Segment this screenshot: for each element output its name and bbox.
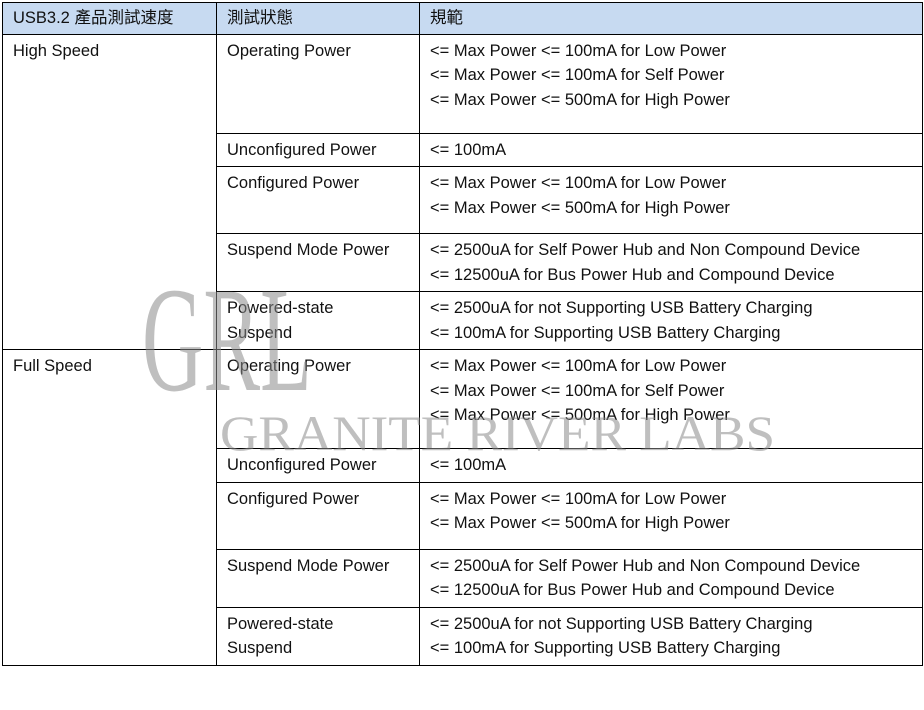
spec-cell: <= Max Power <= 100mA for Low Power <= M… [419, 481, 923, 550]
state-cell: Powered-state Suspend [216, 291, 420, 350]
speed-cell-high: High Speed [2, 33, 217, 350]
spec-line: <= Max Power <= 100mA for Low Power [430, 357, 727, 375]
state-cell: Suspend Mode Power [216, 548, 420, 608]
spec-line: <= Max Power <= 500mA for High Power [430, 406, 730, 424]
spec-line: <= Max Power <= 100mA for Low Power [430, 41, 727, 60]
state-cell: Unconfigured Power [216, 132, 420, 167]
spec-cell: <= Max Power <= 100mA for Low Power <= M… [419, 349, 923, 449]
spec-line: <= 2500uA for not Supporting USB Battery… [430, 299, 813, 317]
state-cell: Unconfigured Power [216, 448, 420, 483]
spec-cell: <= 2500uA for Self Power Hub and Non Com… [419, 233, 923, 292]
spec-line: <= 2500uA for not Supporting USB Battery… [430, 614, 813, 633]
state-line: Suspend [227, 639, 293, 657]
table-body: High Speed Operating Power <= Max Power … [2, 33, 923, 666]
spec-cell: <= 2500uA for not Supporting USB Battery… [419, 291, 923, 350]
spec-line: <= 100mA for Supporting USB Battery Char… [430, 639, 781, 657]
state-line: Powered-state [227, 299, 334, 317]
spec-line: <= Max Power <= 500mA for High Power [430, 90, 730, 109]
speed-cell-full: Full Speed [2, 349, 217, 666]
spec-line: <= 2500uA for Self Power Hub and Non Com… [430, 556, 861, 575]
state-cell: Powered-state Suspend [216, 606, 420, 666]
spec-cell: <= 2500uA for not Supporting USB Battery… [419, 606, 923, 666]
state-cell: Configured Power [216, 481, 420, 550]
header-speed: USB3.2 產品測試速度 [2, 2, 217, 35]
table-row: Full Speed Operating Power <= Max Power … [2, 349, 923, 666]
spec-line: <= Max Power <= 100mA for Low Power [430, 489, 727, 508]
table-row: High Speed Operating Power <= Max Power … [2, 33, 923, 350]
spec-cell: <= Max Power <= 100mA for Low Power <= M… [419, 166, 923, 234]
state-line: Suspend [227, 323, 293, 342]
state-cell: Suspend Mode Power [216, 233, 420, 292]
spec-line: <= Max Power <= 100mA for Low Power [430, 174, 727, 192]
spec-line: <= 100mA for Supporting USB Battery Char… [430, 323, 781, 342]
header-test-state: 測試狀態 [216, 2, 420, 35]
spec-line: <= 12500uA for Bus Power Hub and Compoun… [430, 581, 835, 599]
state-cell: Operating Power [216, 349, 420, 449]
usb-power-spec-table: USB3.2 產品測試速度 測試狀態 規範 High Speed Operati… [2, 2, 923, 666]
spec-line: <= Max Power <= 500mA for High Power [430, 514, 730, 532]
spec-line: <= Max Power <= 500mA for High Power [430, 198, 730, 217]
spec-line: <= Max Power <= 100mA for Self Power [430, 66, 725, 84]
spec-line: <= Max Power <= 100mA for Self Power [430, 381, 725, 400]
spec-line: <= 12500uA for Bus Power Hub and Compoun… [430, 265, 835, 284]
spec-line: <= 100mA [430, 140, 507, 159]
table-header-row: USB3.2 產品測試速度 測試狀態 規範 [2, 2, 923, 35]
spec-cell: <= 100mA [419, 132, 923, 167]
spec-cell: <= 2500uA for Self Power Hub and Non Com… [419, 548, 923, 608]
spec-cell: <= Max Power <= 100mA for Low Power <= M… [419, 33, 923, 134]
header-spec: 規範 [419, 2, 923, 35]
state-line: Powered-state [227, 614, 334, 633]
spec-cell: <= 100mA [419, 448, 923, 483]
state-cell: Operating Power [216, 33, 420, 134]
state-cell: Configured Power [216, 166, 420, 234]
spec-line: <= 100mA [430, 456, 507, 474]
spec-line: <= 2500uA for Self Power Hub and Non Com… [430, 241, 861, 259]
